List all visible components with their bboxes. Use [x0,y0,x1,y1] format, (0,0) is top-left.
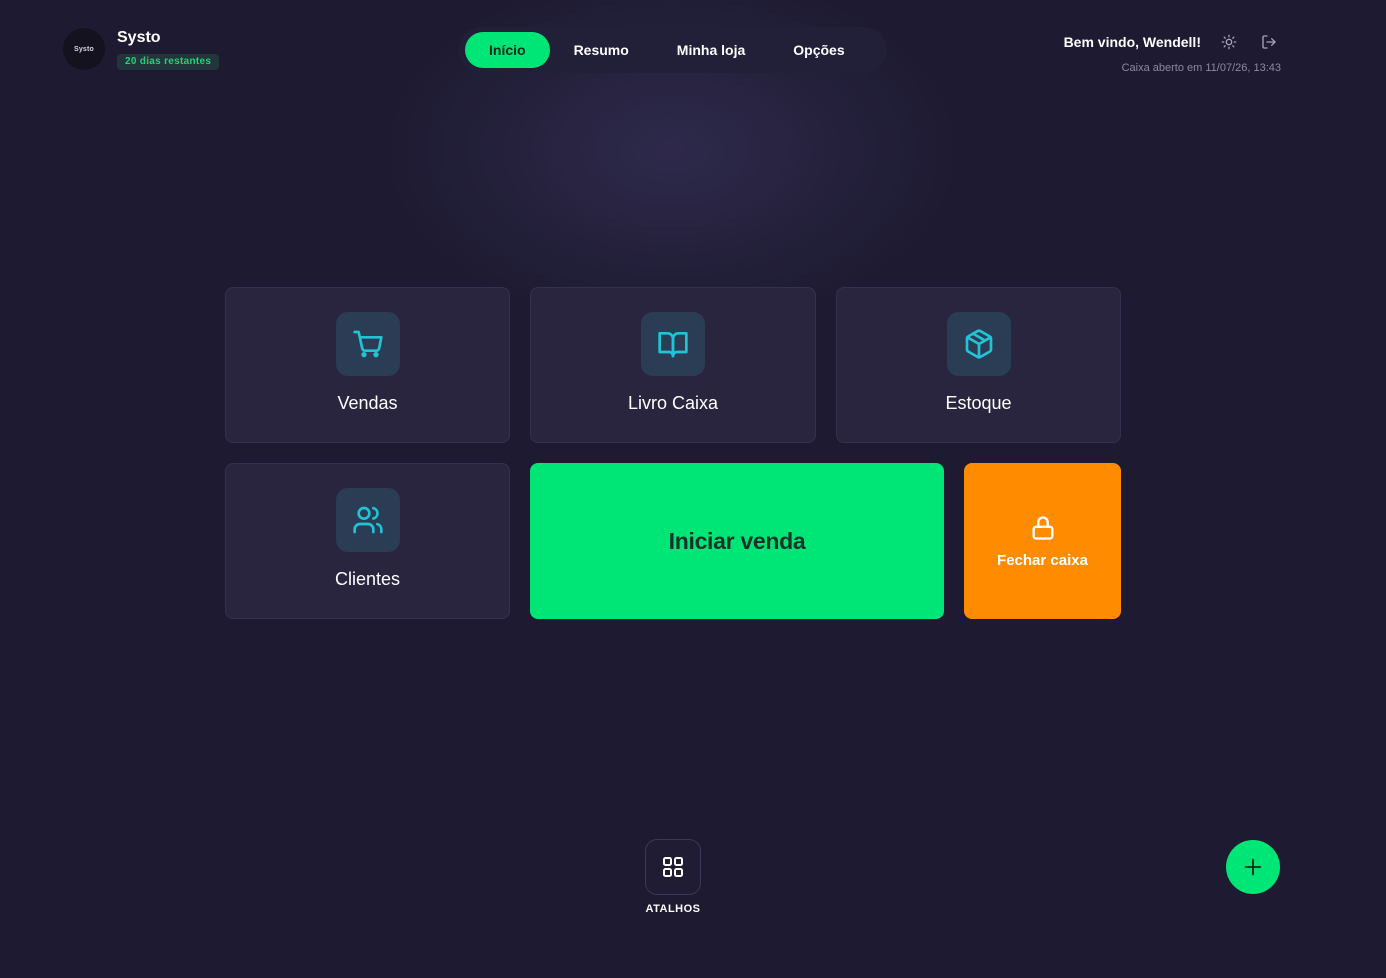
card-label-clientes: Clientes [334,569,401,589]
shopping-cart-icon [352,330,383,358]
app-name: Systo [117,29,161,46]
book-open-icon [658,332,688,358]
card-livro-caixa[interactable]: Livro Caixa [530,287,816,443]
home-page: Systo Systo 20 dias restantes Início Res… [0,0,1386,978]
main-nav: Início Resumo Minha loja Opções [459,27,887,73]
card-label-estoque: Estoque [945,393,1012,413]
card-icon-box [335,312,400,376]
brand: Systo Systo 20 dias restantes [63,28,220,70]
close-cash-button[interactable]: Fechar caixa [964,463,1121,619]
card-vendas[interactable]: Vendas [225,287,510,443]
shortcuts-button[interactable] [645,839,701,895]
logo-text: Systo [73,45,95,53]
cash-status: Caixa aberto em 11/07/26, 13:43 [1121,62,1281,74]
nav-item-opcoes[interactable]: Opções [769,32,868,68]
card-clientes[interactable]: Clientes [225,463,510,619]
logout-icon[interactable] [1257,30,1281,54]
close-cash-label: Fechar caixa [997,551,1088,569]
card-label-vendas: Vendas [337,393,398,413]
nav-item-resumo[interactable]: Resumo [550,32,653,68]
shortcuts-label: ATALHOS [645,903,701,915]
add-button[interactable] [1226,840,1280,894]
lock-icon [1032,515,1053,540]
card-icon-box [641,312,705,376]
card-icon-box [335,488,400,552]
users-icon [352,506,383,534]
user-area: Bem vindo, Wendell! Caixa aberto em 11/0… [1040,30,1281,74]
app-logo[interactable]: Systo [63,28,105,70]
user-row: Bem vindo, Wendell! [1040,30,1281,54]
card-icon-box [946,312,1011,376]
plus-icon [1244,858,1262,876]
card-estoque[interactable]: Estoque [836,287,1121,443]
brand-text: Systo 20 dias restantes [117,28,220,70]
start-sale-button[interactable]: Iniciar venda [530,463,944,619]
card-label-livro-caixa: Livro Caixa [627,393,719,413]
welcome-text: Bem vindo, Wendell! [1063,34,1201,50]
package-icon [965,329,992,359]
sun-icon[interactable] [1217,30,1241,54]
nav-item-inicio[interactable]: Início [465,32,550,68]
shortcuts: ATALHOS [645,839,701,915]
grid-icon [663,857,683,877]
nav-item-minha-loja[interactable]: Minha loja [653,32,769,68]
trial-badge: 20 dias restantes [117,54,220,70]
start-sale-label: Iniciar venda [668,527,806,554]
